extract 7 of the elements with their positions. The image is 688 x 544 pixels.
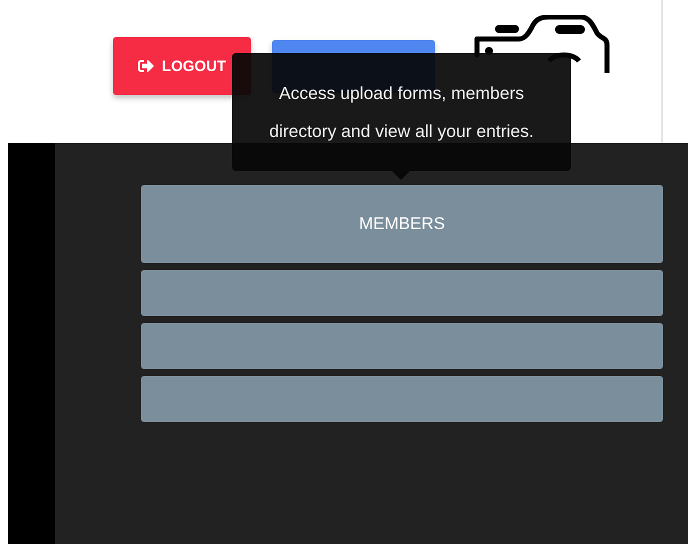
logout-icon bbox=[138, 58, 154, 74]
tooltip-text: Access upload forms, members directory and view all your entries. bbox=[268, 82, 535, 143]
logout-button[interactable]: LOGOUT bbox=[113, 37, 251, 95]
menu-item[interactable] bbox=[141, 323, 663, 369]
menu-item[interactable] bbox=[141, 270, 663, 316]
menu-item[interactable] bbox=[141, 376, 663, 422]
menu-item[interactable]: MEMBERS bbox=[141, 185, 663, 263]
